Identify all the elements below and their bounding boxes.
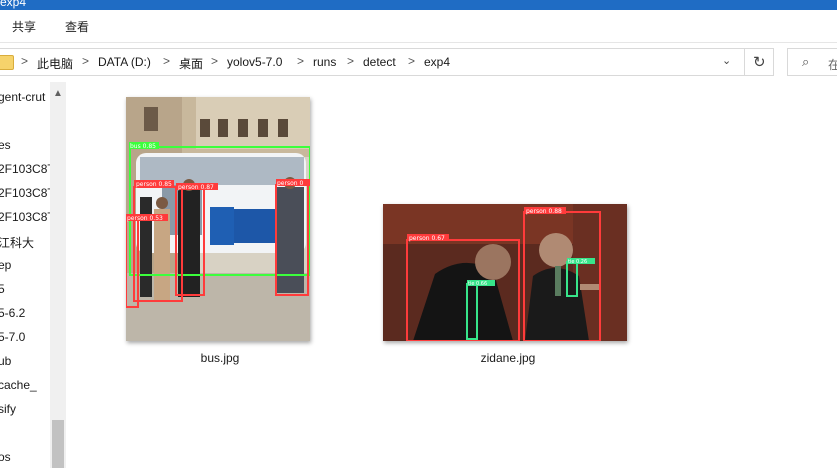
nav-item[interactable]: 2F103C8T [0,210,50,224]
breadcrumb-data-drive[interactable]: DATA (D:) [98,55,151,69]
search-placeholder: 在 [828,58,837,72]
bus-photo: bus 0.85 person 0.85 person 0.87 person … [126,97,310,341]
file-name-bus[interactable]: bus.jpg [180,351,260,365]
nav-item[interactable]: 5 [0,282,50,296]
tab-view[interactable]: 查看 [65,18,89,35]
detection-label-person: person 0.67 [409,235,445,242]
window-titlebar: exp4 [0,0,837,10]
breadcrumb-this-pc[interactable]: 此电脑 [37,55,73,72]
file-thumbnail-bus[interactable]: bus 0.85 person 0.85 person 0.87 person … [126,97,310,341]
breadcrumb-yolov5[interactable]: yolov5-7.0 [227,55,282,69]
nav-item[interactable]: sify [0,402,50,416]
nav-item[interactable]: 5-7.0 [0,330,50,344]
nav-item[interactable]: 5-6.2 [0,306,50,320]
breadcrumb-separator-icon[interactable]: > [163,54,170,68]
detection-label-person: person 0.53 [127,215,163,222]
breadcrumb-separator-icon[interactable]: > [347,54,354,68]
file-thumbnail-zidane[interactable]: person 0.67 person 0.88 tie 0.66 tie 0.2… [383,204,627,341]
address-bar[interactable]: > 此电脑 > DATA (D:) > 桌面 > yolov5-7.0 > ru… [0,48,774,76]
detection-label-person: person 0 [277,180,303,187]
breadcrumb-exp4[interactable]: exp4 [424,55,450,69]
nav-item[interactable]: ep [0,258,50,272]
detection-label-person: person 0.88 [526,208,562,215]
scroll-up-arrow-icon[interactable]: ▲ [53,88,63,99]
breadcrumb-separator-icon[interactable]: > [21,54,28,68]
nav-item[interactable]: cache_ [0,378,50,392]
breadcrumb-separator-icon[interactable]: > [297,54,304,68]
search-icon: ⌕ [802,54,810,69]
zidane-photo: person 0.67 person 0.88 tie 0.66 tie 0.2… [383,204,627,341]
detection-label-tie: tie 0.66 [468,281,487,287]
breadcrumb-separator-icon[interactable]: > [408,54,415,68]
nav-item[interactable]: ub [0,354,50,368]
breadcrumb-separator-icon[interactable]: > [211,54,218,68]
tab-share[interactable]: 共享 [12,18,36,35]
detection-label-bus: bus 0.85 [130,143,156,150]
nav-scrollbar[interactable]: ▲ [50,82,66,468]
breadcrumb-separator-icon[interactable]: > [82,54,89,68]
window-title: exp4 [0,0,27,9]
refresh-icon[interactable]: ↻ [753,53,766,71]
nav-item[interactable]: 2F103C8T [0,162,50,176]
breadcrumb-desktop[interactable]: 桌面 [179,55,203,72]
detection-label-tie: tie 0.26 [568,259,587,265]
search-input[interactable]: ⌕ 在 [787,48,837,76]
scrollbar-thumb[interactable] [52,420,64,468]
nav-item[interactable]: es [0,138,50,152]
breadcrumb-runs[interactable]: runs [313,55,336,69]
nav-item[interactable]: gent-crut [0,90,50,104]
breadcrumb-detect[interactable]: detect [363,55,396,69]
address-history-dropdown-icon[interactable]: ⌄ [722,54,731,67]
nav-item[interactable]: 2F103C8T [0,186,50,200]
address-row: > 此电脑 > DATA (D:) > 桌面 > yolov5-7.0 > ru… [0,43,837,81]
detection-label-person: person 0.85 [136,181,172,188]
file-name-zidane[interactable]: zidane.jpg [463,351,553,365]
address-divider [744,49,745,75]
ribbon-tabs: 共享 查看 [0,10,837,43]
detection-label-person: person 0.87 [178,184,214,191]
nav-item[interactable]: 江科大 [0,234,50,251]
navigation-pane: gent-crut es 2F103C8T 2F103C8T 2F103C8T … [0,82,66,468]
nav-item[interactable]: os [0,450,50,464]
